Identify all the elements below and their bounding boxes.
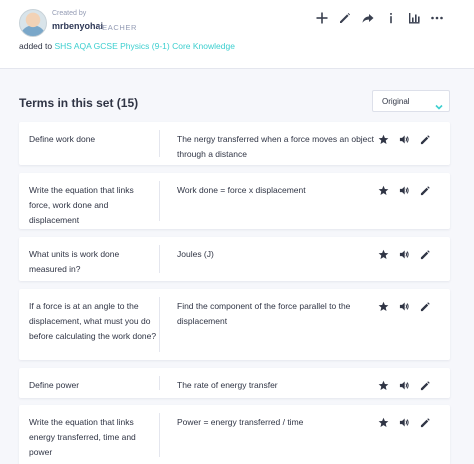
term-card: What units is work done measured in? Joul… bbox=[19, 237, 450, 281]
pencil-icon bbox=[420, 134, 431, 145]
card-divider bbox=[159, 130, 160, 157]
pencil-icon bbox=[420, 380, 431, 391]
pencil-icon bbox=[420, 249, 431, 260]
info-button[interactable] bbox=[380, 8, 402, 28]
term-text: Write the equation that links energy tra… bbox=[29, 417, 136, 457]
card-actions bbox=[373, 131, 436, 147]
pencil-icon bbox=[420, 185, 431, 196]
star-icon bbox=[378, 417, 389, 428]
speaker-icon bbox=[399, 301, 410, 312]
speaker-icon bbox=[399, 134, 410, 145]
term-card: Define power The rate of energy transfer bbox=[19, 368, 450, 398]
card-divider bbox=[159, 245, 160, 273]
term-text: Define power bbox=[29, 380, 80, 390]
card-actions bbox=[373, 414, 436, 430]
speaker-icon bbox=[399, 185, 410, 196]
definition-text: Power = energy transferred / time bbox=[177, 417, 304, 427]
card-divider bbox=[159, 376, 160, 390]
star-icon bbox=[378, 380, 389, 391]
term-card: Write the equation that links energy tra… bbox=[19, 405, 450, 464]
avatar[interactable] bbox=[19, 9, 47, 37]
edit-term-button[interactable] bbox=[415, 246, 436, 262]
terms-heading: Terms in this set (15) bbox=[19, 96, 139, 110]
card-divider bbox=[159, 181, 160, 221]
stats-icon bbox=[409, 13, 420, 24]
term-card: If a force is at an angle to the displac… bbox=[19, 289, 450, 360]
edit-term-button[interactable] bbox=[415, 131, 436, 147]
added-to-line: added to SHS AQA GCSE Physics (9-1) Core… bbox=[19, 41, 235, 51]
term-text: Write the equation that links force, wor… bbox=[29, 185, 134, 225]
stats-button[interactable] bbox=[403, 8, 425, 28]
more-button[interactable] bbox=[426, 8, 448, 28]
card-actions bbox=[373, 182, 436, 198]
star-button[interactable] bbox=[373, 377, 394, 393]
star-button[interactable] bbox=[373, 414, 394, 430]
pencil-icon bbox=[340, 13, 350, 23]
definition-text: Find the component of the force parallel… bbox=[177, 301, 351, 326]
star-button[interactable] bbox=[373, 182, 394, 198]
edit-term-button[interactable] bbox=[415, 298, 436, 314]
edit-button[interactable] bbox=[334, 8, 356, 28]
share-icon bbox=[362, 14, 374, 23]
card-divider bbox=[159, 413, 160, 457]
term-card: Define work done The nergy transferred wh… bbox=[19, 122, 450, 165]
star-button[interactable] bbox=[373, 131, 394, 147]
term-text: What units is work done measured in? bbox=[29, 249, 120, 274]
audio-button[interactable] bbox=[394, 298, 415, 314]
star-icon bbox=[378, 249, 389, 260]
pencil-icon bbox=[420, 417, 431, 428]
pencil-icon bbox=[420, 301, 431, 312]
share-button[interactable] bbox=[357, 8, 379, 28]
plus-icon bbox=[316, 12, 328, 24]
card-actions bbox=[373, 298, 436, 314]
sort-order-value: Original bbox=[382, 96, 410, 106]
audio-button[interactable] bbox=[394, 414, 415, 430]
audio-button[interactable] bbox=[394, 377, 415, 393]
star-icon bbox=[378, 301, 389, 312]
term-text: If a force is at an angle to the displac… bbox=[29, 301, 157, 341]
created-by-label: Created by bbox=[52, 10, 87, 17]
more-icon bbox=[431, 16, 443, 20]
info-icon bbox=[390, 13, 392, 24]
star-button[interactable] bbox=[373, 298, 394, 314]
set-header: Created by mrbenyohai TEACHER added to S… bbox=[0, 0, 474, 68]
added-to-label: added to bbox=[19, 41, 53, 51]
edit-term-button[interactable] bbox=[415, 182, 436, 198]
creator-name-link[interactable]: mrbenyohai bbox=[52, 21, 103, 31]
definition-text: The rate of energy transfer bbox=[177, 380, 278, 390]
definition-text: The nergy transferred when a force moves… bbox=[177, 134, 375, 159]
card-divider bbox=[159, 297, 160, 352]
term-text: Define work done bbox=[29, 134, 96, 144]
edit-term-button[interactable] bbox=[415, 414, 436, 430]
creator-role-badge: TEACHER bbox=[97, 23, 138, 32]
term-card: Write the equation that links force, wor… bbox=[19, 173, 450, 229]
add-button[interactable] bbox=[311, 8, 333, 28]
star-icon bbox=[378, 134, 389, 145]
chevron-down-icon bbox=[435, 98, 443, 110]
speaker-icon bbox=[399, 249, 410, 260]
set-folder-link[interactable]: SHS AQA GCSE Physics (9-1) Core Knowledg… bbox=[54, 41, 234, 51]
speaker-icon bbox=[399, 380, 410, 391]
audio-button[interactable] bbox=[394, 182, 415, 198]
card-actions bbox=[373, 377, 436, 393]
definition-text: Work done = force x displacement bbox=[177, 185, 306, 195]
edit-term-button[interactable] bbox=[415, 377, 436, 393]
audio-button[interactable] bbox=[394, 131, 415, 147]
sort-order-select[interactable]: Original bbox=[372, 90, 450, 112]
set-toolbar bbox=[310, 8, 448, 28]
speaker-icon bbox=[399, 417, 410, 428]
definition-text: Joules (J) bbox=[177, 249, 214, 259]
card-actions bbox=[373, 246, 436, 262]
star-icon bbox=[378, 185, 389, 196]
star-button[interactable] bbox=[373, 246, 394, 262]
audio-button[interactable] bbox=[394, 246, 415, 262]
